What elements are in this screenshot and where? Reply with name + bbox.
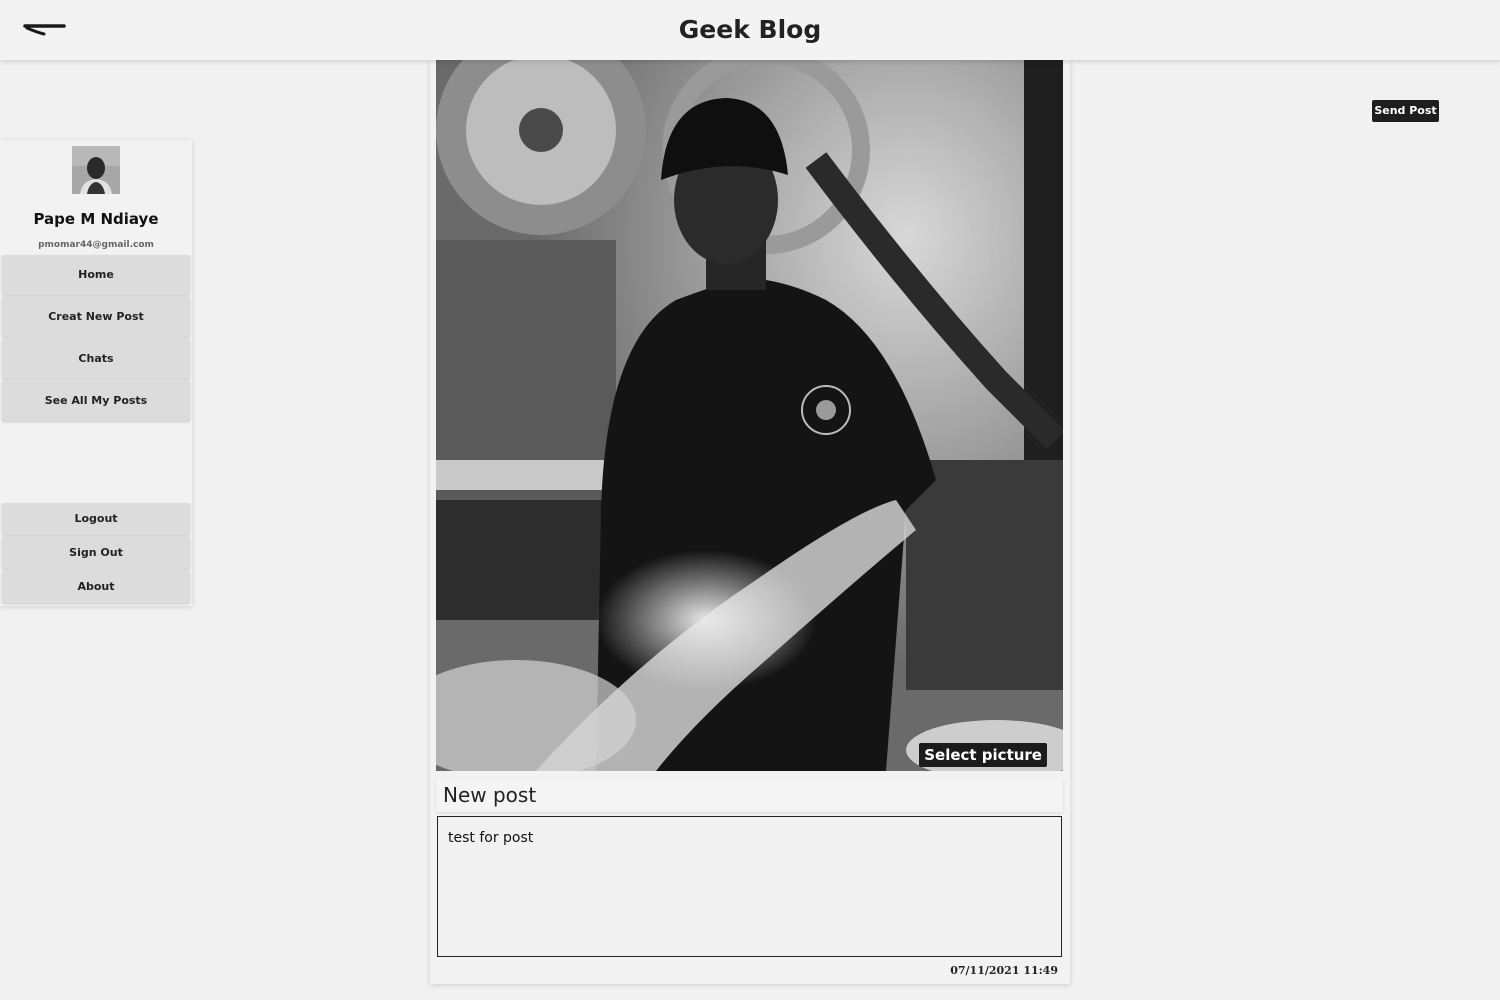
send-post-button[interactable]: Send Post <box>1372 100 1439 122</box>
post-timestamp: 07/11/2021 11:49 <box>950 964 1058 977</box>
post-editor-card: Select picture New post test for post 07… <box>430 60 1070 984</box>
nav-all-posts-button[interactable]: See All My Posts <box>2 381 190 421</box>
about-button[interactable]: About <box>2 571 190 603</box>
nav-create-post-button[interactable]: Creat New Post <box>2 297 190 337</box>
sign-out-button[interactable]: Sign Out <box>2 537 190 569</box>
sidebar: Pape M Ndiaye pmomar44@gmail.com Home Cr… <box>0 140 192 606</box>
post-photo <box>436 60 1063 771</box>
post-title-field[interactable]: New post <box>436 778 1063 812</box>
app-title: Geek Blog <box>678 15 822 44</box>
user-name: Pape M Ndiaye <box>33 210 159 228</box>
user-email: pmomar44@gmail.com <box>38 240 154 250</box>
menu-icon[interactable] <box>22 20 68 42</box>
post-image-preview[interactable]: Select picture <box>436 60 1063 771</box>
nav-home-button[interactable]: Home <box>2 255 190 295</box>
avatar <box>72 146 120 194</box>
post-body-textarea[interactable]: test for post <box>437 816 1062 957</box>
select-picture-button[interactable]: Select picture <box>919 743 1047 767</box>
nav-chats-button[interactable]: Chats <box>2 339 190 379</box>
logout-button[interactable]: Logout <box>2 503 190 535</box>
app-header: Geek Blog <box>0 0 1500 60</box>
